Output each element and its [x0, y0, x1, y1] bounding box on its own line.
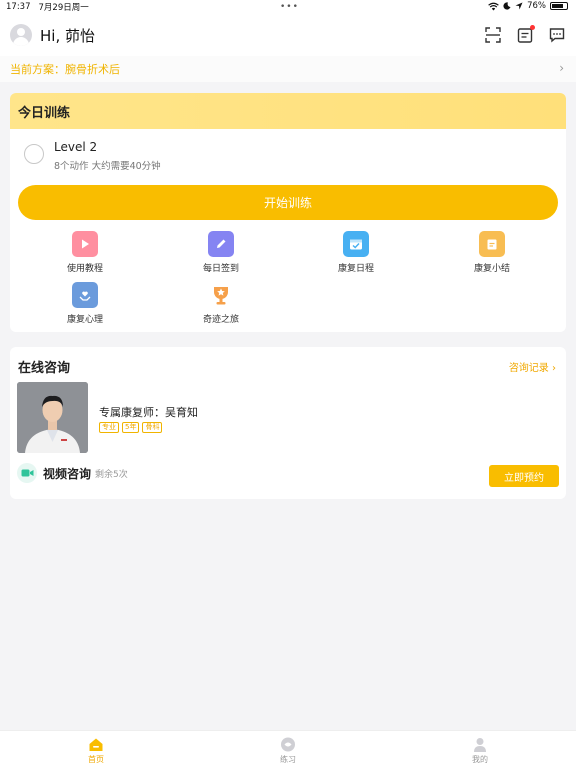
start-training-button[interactable]: 开始训练 [18, 185, 558, 220]
scan-icon[interactable] [484, 26, 502, 44]
online-consult-card: 在线咨询 咨询记录 › 专属康复师：吴育知 专业 5年 骨科 视频咨询 剩余5次… [10, 347, 566, 499]
battery-fill [552, 4, 563, 8]
notification-dot [530, 25, 535, 30]
battery-icon [550, 2, 568, 10]
checklist-icon[interactable] [516, 25, 535, 44]
message-icon[interactable] [548, 26, 566, 44]
book-now-button[interactable]: 立即预约 [489, 465, 559, 487]
home-icon [89, 738, 103, 751]
grid-item-summary[interactable]: 康复小结 [452, 231, 532, 274]
doctor-name: 专属康复师：吴育知 [99, 406, 198, 419]
level-item[interactable]: Level 2 8个动作 大约需要40分钟 [10, 129, 566, 183]
grid-item-psychology[interactable]: 康复心理 [45, 282, 125, 325]
consult-record-label: 咨询记录 [508, 363, 549, 374]
grid-item-label: 康复小结 [473, 264, 510, 274]
doctor-tag: 5年 [122, 422, 140, 433]
clipboard-summary-icon [479, 231, 505, 257]
tab-profile[interactable]: 我的 [384, 731, 576, 768]
grid-item-label: 奇迹之旅 [202, 315, 239, 325]
tab-home[interactable]: 首页 [0, 731, 192, 768]
chevron-right-icon: › [559, 61, 564, 75]
grid-item-tutorial[interactable]: 使用教程 [45, 231, 125, 274]
multitask-dots-icon[interactable]: ••• [280, 2, 299, 12]
grid-item-schedule[interactable]: 康复日程 [316, 231, 396, 274]
today-training-card: 今日训练 Level 2 8个动作 大约需要40分钟 开始训练 使用教程 每日签… [10, 93, 566, 332]
greeting: Hi, 茆怡 [40, 26, 95, 45]
video-camera-icon [17, 463, 37, 483]
chevron-right-icon: › [552, 363, 556, 374]
tab-label: 练习 [280, 755, 296, 764]
video-consult-label: 视频咨询 [43, 466, 92, 481]
profile-icon [474, 738, 486, 752]
play-tutorial-icon [72, 231, 98, 257]
grid-item-label: 康复心理 [66, 315, 103, 325]
doctor-tag: 专业 [99, 422, 119, 433]
trophy-star-icon [208, 282, 234, 308]
doctor-photo[interactable] [17, 382, 88, 453]
grid-item-label: 每日签到 [202, 264, 239, 274]
current-plan-text: 当前方案：腕骨折术后 [10, 63, 120, 76]
grid-item-label: 康复日程 [337, 264, 374, 274]
grid-item-label: 使用教程 [66, 264, 103, 274]
battery-percent: 76% [527, 1, 546, 11]
status-bar: 17:37 7月29日周一 ••• 76% [0, 0, 576, 14]
doctor-tag: 骨科 [142, 422, 163, 433]
heart-hands-icon [72, 282, 98, 308]
calendar-check-icon [343, 231, 369, 257]
header: Hi, 茆怡 [0, 14, 576, 56]
consult-record-link[interactable]: 咨询记录 › [509, 359, 556, 374]
tab-label: 我的 [472, 755, 488, 764]
today-training-title: 今日训练 [18, 105, 71, 121]
location-icon [515, 2, 523, 10]
grid-item-checkin[interactable]: 每日签到 [181, 231, 261, 274]
grid-item-journey[interactable]: 奇迹之旅 [181, 282, 261, 325]
practice-icon [281, 737, 295, 752]
bottom-tab-bar: 首页 练习 我的 [0, 730, 576, 768]
status-time: 17:37 [6, 2, 31, 12]
video-consult-remaining: 剩余5次 [95, 469, 128, 480]
current-plan-bar[interactable]: 当前方案：腕骨折术后 › [0, 56, 576, 82]
wifi-icon [488, 2, 499, 10]
avatar[interactable] [10, 24, 32, 46]
level-radio[interactable] [24, 144, 44, 164]
today-training-header: 今日训练 [10, 93, 566, 129]
pen-checkin-icon [208, 231, 234, 257]
online-consult-title: 在线咨询 [18, 361, 71, 376]
status-date: 7月29日周一 [38, 3, 89, 13]
tab-label: 首页 [88, 755, 104, 764]
tab-practice[interactable]: 练习 [192, 731, 384, 768]
level-title: Level 2 [54, 140, 98, 154]
video-consult-row: 视频咨询 剩余5次 [17, 463, 128, 483]
level-subtitle: 8个动作 大约需要40分钟 [54, 161, 161, 172]
doctor-tags: 专业 5年 骨科 [99, 422, 163, 433]
moon-icon [503, 2, 511, 10]
